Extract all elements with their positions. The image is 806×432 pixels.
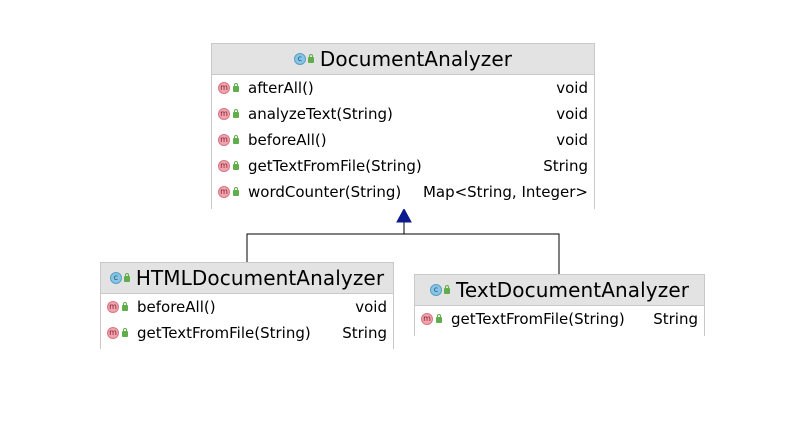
uml-class-diagram: c DocumentAnalyzer m afterAll() void m a… <box>0 0 806 432</box>
method-row[interactable]: m beforeAll() void <box>212 127 594 153</box>
method-icon: m <box>218 160 230 172</box>
class-icon: c <box>109 272 130 284</box>
method-return-type: void <box>556 131 588 149</box>
method-icon: m <box>107 301 119 313</box>
method-signature: getTextFromFile(String) <box>137 324 311 342</box>
method-return-type: String <box>342 324 387 342</box>
public-lock-icon <box>123 273 130 282</box>
class-document-analyzer[interactable]: c DocumentAnalyzer m afterAll() void m a… <box>211 43 595 209</box>
method-row[interactable]: m afterAll() void <box>212 75 594 101</box>
method-signature: afterAll() <box>248 79 314 97</box>
method-signature: getTextFromFile(String) <box>451 310 625 328</box>
method-icon: m <box>218 186 230 198</box>
public-lock-icon <box>233 135 239 144</box>
public-lock-icon <box>443 285 450 294</box>
public-lock-icon <box>436 314 442 323</box>
public-lock-icon <box>307 54 314 63</box>
class-icon: c <box>293 53 314 65</box>
inheritance-arrowhead <box>396 207 412 223</box>
method-icon: m <box>218 134 230 146</box>
public-lock-icon <box>122 302 128 311</box>
public-lock-icon <box>233 109 239 118</box>
class-html-document-analyzer[interactable]: c HTMLDocumentAnalyzer m beforeAll() voi… <box>100 262 394 349</box>
method-return-type: void <box>556 79 588 97</box>
class-icon: c <box>429 284 450 296</box>
class-text-document-analyzer[interactable]: c TextDocumentAnalyzer m getTextFromFile… <box>414 274 705 336</box>
class-name: TextDocumentAnalyzer <box>455 278 690 302</box>
method-return-type: String <box>543 157 588 175</box>
method-signature: getTextFromFile(String) <box>248 157 422 175</box>
class-header: c TextDocumentAnalyzer <box>415 274 704 306</box>
class-header: c DocumentAnalyzer <box>212 43 594 75</box>
method-row[interactable]: m getTextFromFile(String) String <box>415 306 704 332</box>
method-signature: beforeAll() <box>137 298 216 316</box>
class-header: c HTMLDocumentAnalyzer <box>101 262 393 294</box>
inheritance-edge-text <box>404 233 560 274</box>
public-lock-icon <box>233 187 239 196</box>
inheritance-edge-html <box>246 222 405 262</box>
method-return-type: Map<String, Integer> <box>422 183 588 201</box>
method-icon: m <box>218 82 230 94</box>
public-lock-icon <box>233 161 239 170</box>
method-return-type: void <box>556 105 588 123</box>
class-name: HTMLDocumentAnalyzer <box>135 266 385 290</box>
method-signature: analyzeText(String) <box>248 105 393 123</box>
method-row[interactable]: m beforeAll() void <box>101 294 393 320</box>
public-lock-icon <box>122 328 128 337</box>
method-row[interactable]: m analyzeText(String) void <box>212 101 594 127</box>
public-lock-icon <box>233 83 239 92</box>
class-badge: c <box>293 53 306 65</box>
class-name: DocumentAnalyzer <box>319 47 513 71</box>
method-icon: m <box>421 313 433 325</box>
method-return-type: void <box>355 298 387 316</box>
method-signature: beforeAll() <box>248 131 327 149</box>
class-badge: c <box>109 272 122 284</box>
method-signature: wordCounter(String) <box>248 183 402 201</box>
method-return-type: String <box>653 310 698 328</box>
method-row[interactable]: m getTextFromFile(String) String <box>101 320 393 346</box>
method-icon: m <box>107 327 119 339</box>
method-row[interactable]: m wordCounter(String) Map<String, Intege… <box>212 179 594 205</box>
method-row[interactable]: m getTextFromFile(String) String <box>212 153 594 179</box>
class-badge: c <box>429 284 442 296</box>
method-icon: m <box>218 108 230 120</box>
